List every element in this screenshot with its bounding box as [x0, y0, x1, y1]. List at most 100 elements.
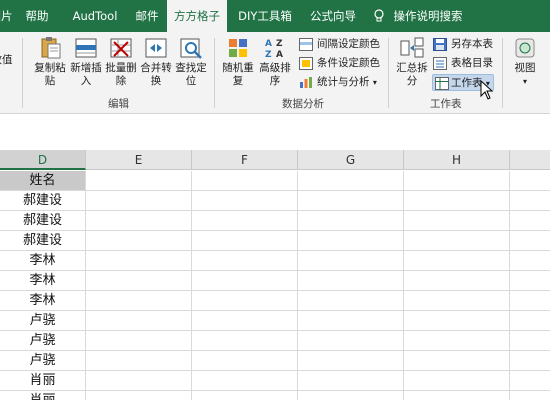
empty-cell[interactable] [298, 191, 404, 211]
empty-cell[interactable] [86, 291, 192, 311]
empty-cell[interactable] [404, 211, 510, 231]
empty-cell[interactable] [298, 311, 404, 331]
copy-paste-button[interactable]: 复制粘 贴 [30, 36, 70, 88]
column-header-e[interactable]: E [86, 150, 192, 170]
empty-cell[interactable] [86, 251, 192, 271]
empty-cell[interactable] [510, 191, 550, 211]
empty-cell[interactable] [192, 171, 298, 191]
empty-cell[interactable] [86, 371, 192, 391]
merge-convert-button[interactable]: 合并转 换 [138, 36, 174, 88]
empty-cell[interactable] [404, 191, 510, 211]
empty-cell[interactable] [192, 311, 298, 331]
column-header-i[interactable] [510, 150, 550, 170]
sheet-catalog-button[interactable]: 表格目录 [433, 55, 493, 72]
empty-cell[interactable] [86, 391, 192, 400]
view-button[interactable]: 视图 ▾ [508, 36, 542, 88]
empty-cell[interactable] [404, 391, 510, 400]
empty-cell[interactable] [192, 371, 298, 391]
empty-cell[interactable] [192, 191, 298, 211]
name-cell[interactable]: 郝建设 [0, 231, 86, 251]
empty-cell[interactable] [298, 271, 404, 291]
name-cell[interactable]: 卢骁 [0, 311, 86, 331]
name-cell[interactable]: 郝建设 [0, 191, 86, 211]
empty-cell[interactable] [510, 291, 550, 311]
empty-cell[interactable] [404, 231, 510, 251]
name-cell[interactable]: 卢骁 [0, 331, 86, 351]
tab-picture[interactable]: 图片 [0, 0, 16, 32]
empty-cell[interactable] [510, 391, 550, 400]
empty-cell[interactable] [192, 291, 298, 311]
name-cell[interactable]: 卢骁 [0, 351, 86, 371]
empty-cell[interactable] [510, 231, 550, 251]
tell-me-search[interactable]: 操作说明搜索 [392, 0, 464, 32]
empty-cell[interactable] [298, 391, 404, 400]
name-header-cell[interactable]: 姓名 [0, 171, 86, 191]
tab-diy-toolbox[interactable]: DIY工具箱 [232, 0, 298, 32]
name-cell[interactable]: 李林 [0, 271, 86, 291]
name-cell[interactable]: 肖丽 [0, 391, 86, 400]
empty-cell[interactable] [510, 351, 550, 371]
empty-cell[interactable] [404, 291, 510, 311]
tab-fangfang-gezi[interactable]: 方方格子 [167, 0, 227, 33]
column-header-g[interactable]: G [298, 150, 404, 170]
interval-color-button[interactable]: 间隔设定颜色 [299, 36, 380, 53]
empty-cell[interactable] [298, 211, 404, 231]
save-sheet-button[interactable]: 另存本表 [433, 36, 493, 53]
empty-cell[interactable] [404, 271, 510, 291]
empty-cell[interactable] [298, 231, 404, 251]
empty-cell[interactable] [510, 271, 550, 291]
empty-cell[interactable] [86, 351, 192, 371]
empty-cell[interactable] [510, 331, 550, 351]
advanced-sort-button[interactable]: A Z Z A 高级排 序 [256, 36, 294, 88]
empty-cell[interactable] [298, 331, 404, 351]
batch-delete-button[interactable]: 批量删 除 [103, 36, 139, 88]
ribbon-left-partial-button[interactable]: 致值 [0, 54, 16, 67]
empty-cell[interactable] [86, 331, 192, 351]
column-header-f[interactable]: F [192, 150, 298, 170]
name-cell[interactable]: 李林 [0, 291, 86, 311]
random-repeat-button[interactable]: 随机重 复 [219, 36, 257, 88]
empty-cell[interactable] [192, 211, 298, 231]
empty-cell[interactable] [192, 231, 298, 251]
column-header-d[interactable]: D [0, 150, 86, 170]
new-insert-button[interactable]: 新增插 入 [68, 36, 104, 88]
empty-cell[interactable] [192, 331, 298, 351]
tab-audtool[interactable]: AudTool [64, 0, 126, 32]
summary-split-button[interactable]: 汇总拆 分 [392, 36, 432, 88]
empty-cell[interactable] [86, 271, 192, 291]
empty-cell[interactable] [192, 351, 298, 371]
empty-cell[interactable] [404, 331, 510, 351]
name-cell[interactable]: 肖丽 [0, 371, 86, 391]
empty-cell[interactable] [86, 311, 192, 331]
empty-cell[interactable] [298, 371, 404, 391]
empty-cell[interactable] [298, 171, 404, 191]
find-locate-button[interactable]: 查找定 位 [173, 36, 209, 88]
empty-cell[interactable] [298, 291, 404, 311]
formula-bar-area[interactable] [0, 114, 550, 150]
empty-cell[interactable] [404, 251, 510, 271]
empty-cell[interactable] [404, 171, 510, 191]
tab-formula-wizard[interactable]: 公式向导 [303, 0, 363, 32]
empty-cell[interactable] [510, 311, 550, 331]
empty-cell[interactable] [86, 191, 192, 211]
tab-mail[interactable]: 邮件 [130, 0, 164, 32]
empty-cell[interactable] [298, 251, 404, 271]
name-cell[interactable]: 李林 [0, 251, 86, 271]
empty-cell[interactable] [192, 391, 298, 400]
empty-cell[interactable] [192, 271, 298, 291]
empty-cell[interactable] [510, 251, 550, 271]
empty-cell[interactable] [510, 211, 550, 231]
empty-cell[interactable] [86, 231, 192, 251]
empty-cell[interactable] [510, 371, 550, 391]
stats-analysis-button[interactable]: 统计与分析 ▾ [299, 74, 377, 91]
empty-cell[interactable] [510, 171, 550, 191]
condition-color-button[interactable]: 条件设定颜色 [299, 55, 380, 72]
name-cell[interactable]: 郝建设 [0, 211, 86, 231]
empty-cell[interactable] [404, 371, 510, 391]
column-header-h[interactable]: H [404, 150, 510, 170]
empty-cell[interactable] [86, 211, 192, 231]
empty-cell[interactable] [192, 251, 298, 271]
empty-cell[interactable] [298, 351, 404, 371]
empty-cell[interactable] [86, 171, 192, 191]
empty-cell[interactable] [404, 351, 510, 371]
